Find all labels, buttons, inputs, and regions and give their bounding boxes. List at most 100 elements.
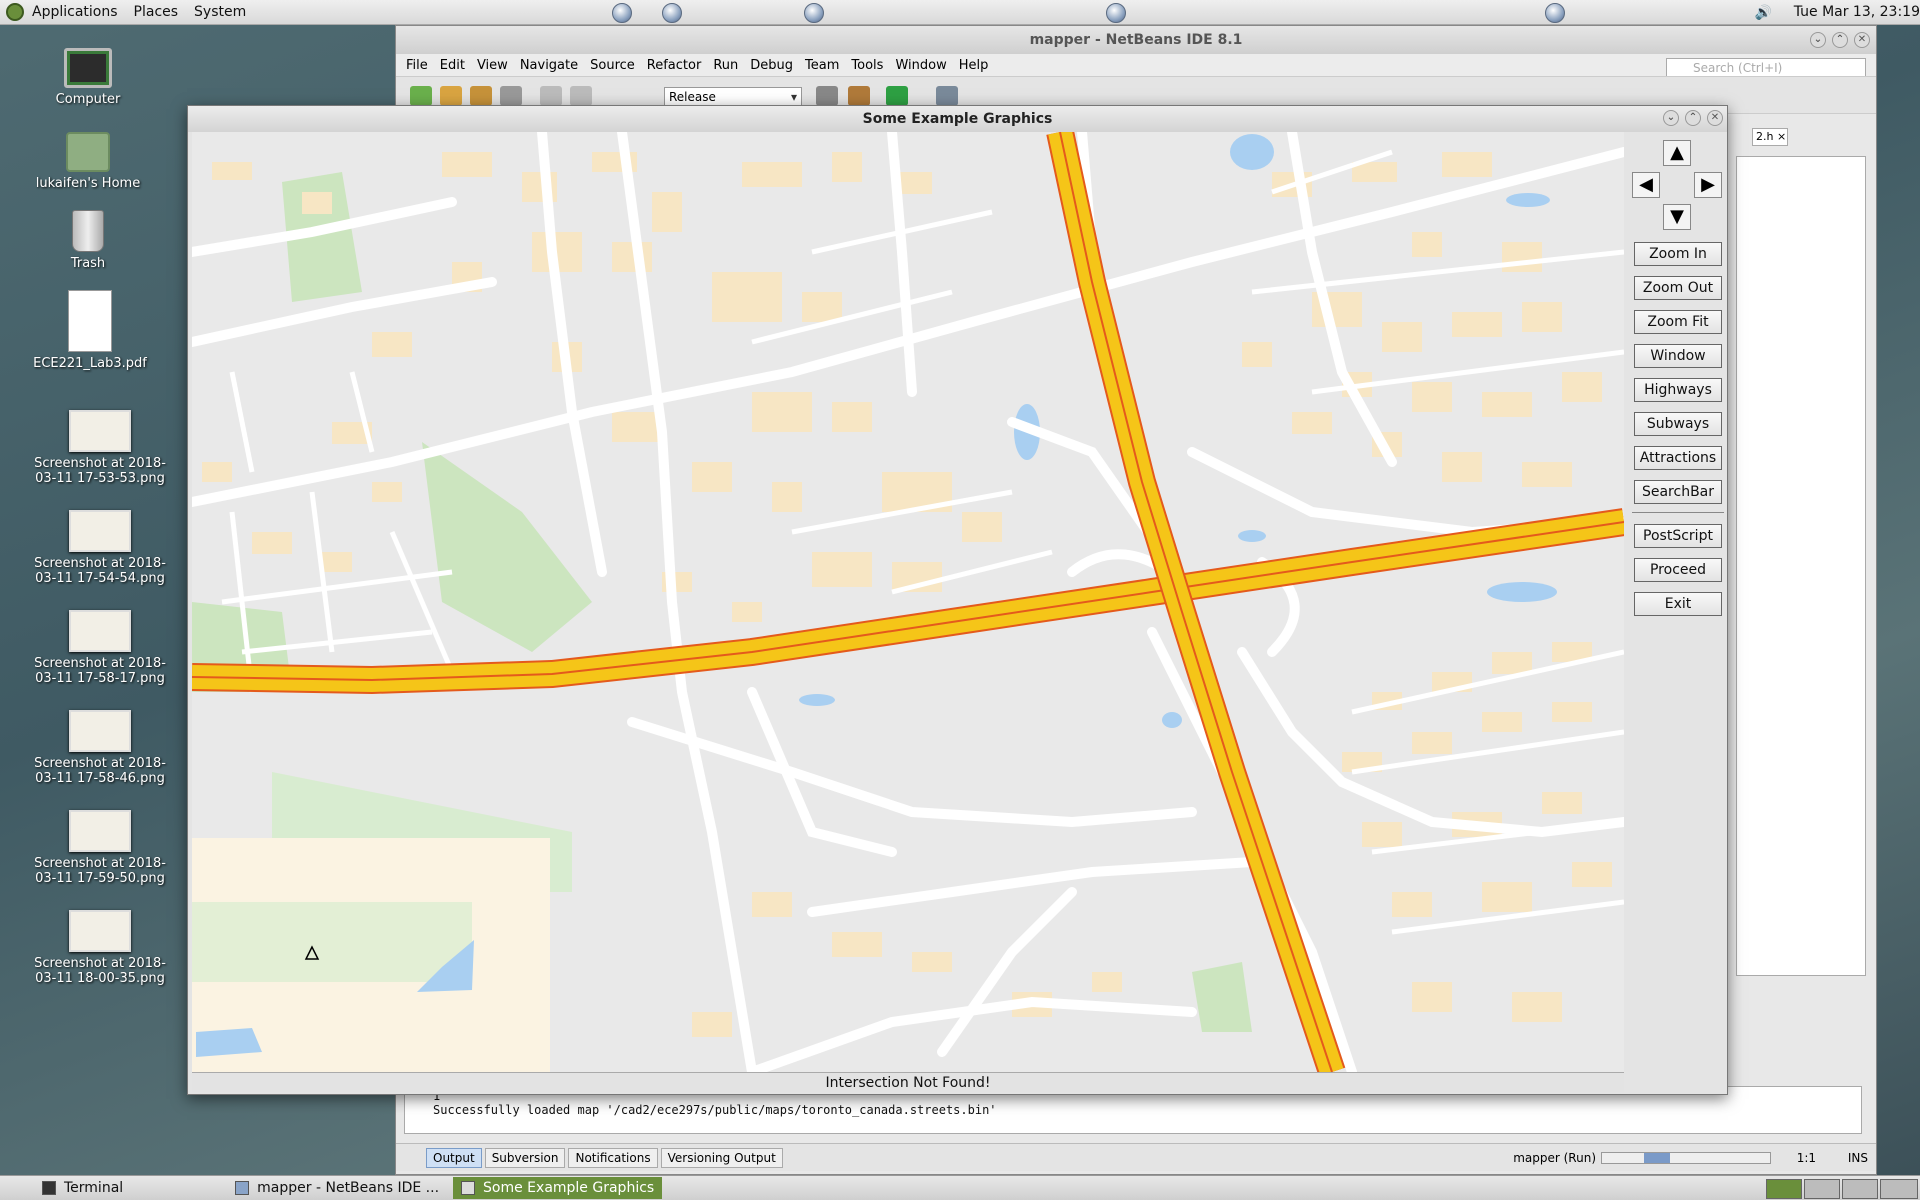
menu-file[interactable]: File bbox=[406, 58, 428, 73]
build-config-select[interactable]: Release bbox=[664, 87, 802, 107]
menu-refactor[interactable]: Refactor bbox=[647, 58, 702, 73]
applications-menu[interactable]: Applications bbox=[32, 4, 118, 20]
new-file-icon[interactable] bbox=[410, 86, 432, 106]
menu-view[interactable]: View bbox=[477, 58, 508, 73]
tab-output[interactable]: Output bbox=[426, 1147, 482, 1168]
desktop-icon-trash[interactable]: Trash bbox=[18, 210, 158, 271]
zoom-in-button[interactable]: Zoom In bbox=[1634, 242, 1722, 266]
window-icon bbox=[461, 1181, 476, 1195]
menu-navigate[interactable]: Navigate bbox=[520, 58, 578, 73]
task-terminal[interactable]: Terminal bbox=[34, 1177, 131, 1199]
editor-panel[interactable] bbox=[1736, 156, 1866, 976]
desktop-icon-screenshot[interactable]: Screenshot at 2018-03-11 17-54-54.png bbox=[30, 510, 170, 586]
launcher-globe-icon[interactable] bbox=[1106, 3, 1126, 23]
task-graphics[interactable]: Some Example Graphics bbox=[453, 1177, 663, 1199]
launcher-globe-icon[interactable] bbox=[612, 3, 632, 23]
map-canvas[interactable] bbox=[192, 132, 1624, 1072]
clean-build-icon[interactable] bbox=[848, 86, 870, 106]
park-area bbox=[1192, 962, 1252, 1032]
maximize-icon[interactable]: ⌃ bbox=[1685, 110, 1701, 126]
desktop-icon-screenshot[interactable]: Screenshot at 2018-03-11 17-58-46.png bbox=[30, 710, 170, 786]
status-bar: Intersection Not Found! bbox=[192, 1072, 1624, 1092]
workspace-2[interactable] bbox=[1804, 1179, 1840, 1199]
launcher-globe-icon[interactable] bbox=[1545, 3, 1565, 23]
desktop-icon-label: Screenshot at 2018-03-11 18-00-35.png bbox=[34, 956, 166, 986]
clock[interactable]: Tue Mar 13, 23:19 bbox=[1794, 4, 1920, 20]
close-icon[interactable]: ✕ bbox=[1707, 110, 1723, 126]
undo-icon[interactable] bbox=[540, 86, 562, 106]
searchbar-button[interactable]: SearchBar bbox=[1634, 480, 1722, 504]
menubar: File Edit View Navigate Source Refactor … bbox=[396, 54, 1876, 76]
pan-up-button[interactable]: ▲ bbox=[1663, 140, 1691, 166]
attractions-button[interactable]: Attractions bbox=[1634, 446, 1722, 470]
menu-source[interactable]: Source bbox=[590, 58, 635, 73]
os-logo-icon[interactable] bbox=[6, 3, 24, 21]
desktop-icon-screenshot[interactable]: Screenshot at 2018-03-11 17-59-50.png bbox=[30, 810, 170, 886]
debug-icon[interactable] bbox=[936, 86, 958, 106]
search-input[interactable]: Search (Ctrl+I) bbox=[1666, 58, 1866, 78]
minimize-icon[interactable]: ⌄ bbox=[1810, 32, 1826, 48]
run-progress-fill bbox=[1644, 1153, 1671, 1163]
insert-mode: INS bbox=[1847, 1151, 1868, 1165]
menu-tools[interactable]: Tools bbox=[851, 58, 883, 73]
new-project-icon[interactable] bbox=[440, 86, 462, 106]
launcher-globe-icon[interactable] bbox=[662, 3, 682, 23]
tab-notifications[interactable]: Notifications bbox=[568, 1147, 658, 1168]
volume-icon[interactable]: 🔊 bbox=[1755, 5, 1772, 21]
run-icon[interactable] bbox=[886, 86, 908, 106]
tab-versioning-output[interactable]: Versioning Output bbox=[660, 1147, 783, 1168]
desktop-icon-computer[interactable]: Computer bbox=[18, 48, 158, 107]
exit-button[interactable]: Exit bbox=[1634, 592, 1722, 616]
desktop-icon-label: Trash bbox=[70, 256, 106, 271]
menu-window[interactable]: Window bbox=[895, 58, 946, 73]
redo-icon[interactable] bbox=[570, 86, 592, 106]
desktop-icon-pdf[interactable]: ECE221_Lab3.pdf bbox=[20, 290, 160, 371]
workspace-1[interactable] bbox=[1766, 1179, 1802, 1199]
menu-help[interactable]: Help bbox=[959, 58, 989, 73]
system-menu[interactable]: System bbox=[194, 4, 246, 20]
open-project-icon[interactable] bbox=[470, 86, 492, 106]
zoom-fit-button[interactable]: Zoom Fit bbox=[1634, 310, 1722, 334]
menu-debug[interactable]: Debug bbox=[750, 58, 793, 73]
places-menu[interactable]: Places bbox=[134, 4, 179, 20]
subways-button[interactable]: Subways bbox=[1634, 412, 1722, 436]
build-icon[interactable] bbox=[816, 86, 838, 106]
task-netbeans[interactable]: mapper - NetBeans IDE ... bbox=[227, 1177, 447, 1199]
pan-down-button[interactable]: ▼ bbox=[1663, 204, 1691, 230]
proceed-button[interactable]: Proceed bbox=[1634, 558, 1722, 582]
window-title: mapper - NetBeans IDE 8.1 bbox=[1029, 32, 1243, 48]
netbeans-titlebar[interactable]: mapper - NetBeans IDE 8.1 ⌄ ⌃ ✕ bbox=[396, 26, 1876, 54]
desktop-icon-screenshot[interactable]: Screenshot at 2018-03-11 18-00-35.png bbox=[30, 910, 170, 986]
water-pond bbox=[1238, 530, 1266, 542]
save-all-icon[interactable] bbox=[500, 86, 522, 106]
pan-right-button[interactable]: ▶ bbox=[1694, 172, 1722, 198]
graphics-titlebar[interactable]: Some Example Graphics ⌄ ⌃ ✕ bbox=[188, 106, 1727, 132]
menu-edit[interactable]: Edit bbox=[440, 58, 465, 73]
map-svg[interactable] bbox=[192, 132, 1624, 1072]
workspace-3[interactable] bbox=[1842, 1179, 1878, 1199]
editor-tab[interactable]: 2.h × bbox=[1752, 128, 1788, 146]
bottom-tab-bar: Output Subversion Notifications Versioni… bbox=[396, 1143, 1876, 1171]
desktop-icon-label: Screenshot at 2018-03-11 17-53-53.png bbox=[34, 456, 166, 486]
launcher-globe-icon[interactable] bbox=[804, 3, 824, 23]
image-file-icon bbox=[69, 910, 131, 952]
minimap[interactable] bbox=[192, 838, 550, 1072]
minimize-icon[interactable]: ⌄ bbox=[1663, 110, 1679, 126]
desktop-icon-label: Screenshot at 2018-03-11 17-59-50.png bbox=[34, 856, 166, 886]
menu-run[interactable]: Run bbox=[713, 58, 738, 73]
zoom-out-button[interactable]: Zoom Out bbox=[1634, 276, 1722, 300]
tab-subversion[interactable]: Subversion bbox=[484, 1147, 566, 1168]
editor-tab-label: 2.h bbox=[1756, 130, 1774, 143]
image-file-icon bbox=[69, 610, 131, 652]
workspace-4[interactable] bbox=[1880, 1179, 1918, 1199]
desktop-icon-screenshot[interactable]: Screenshot at 2018-03-11 17-53-53.png bbox=[30, 410, 170, 486]
pan-left-button[interactable]: ◀ bbox=[1632, 172, 1660, 198]
postscript-button[interactable]: PostScript bbox=[1634, 524, 1722, 548]
window-button[interactable]: Window bbox=[1634, 344, 1722, 368]
close-icon[interactable]: ✕ bbox=[1854, 32, 1870, 48]
desktop-icon-screenshot[interactable]: Screenshot at 2018-03-11 17-58-17.png bbox=[30, 610, 170, 686]
highways-button[interactable]: Highways bbox=[1634, 378, 1722, 402]
menu-team[interactable]: Team bbox=[805, 58, 839, 73]
desktop-icon-home[interactable]: lukaifen's Home bbox=[18, 132, 158, 191]
maximize-icon[interactable]: ⌃ bbox=[1832, 32, 1848, 48]
